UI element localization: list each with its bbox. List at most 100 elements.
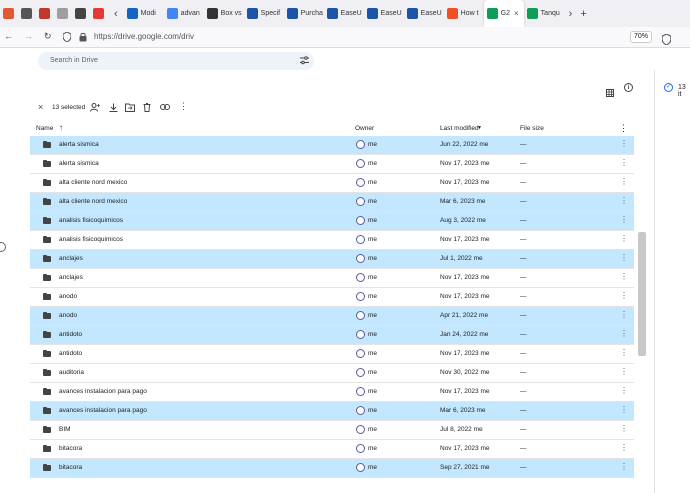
download-icon[interactable]	[109, 103, 118, 114]
share-person-add-icon[interactable]	[90, 103, 100, 114]
sort-arrow-up-icon[interactable]: ↑	[59, 123, 63, 132]
file-name[interactable]: BIM	[59, 426, 71, 433]
file-name[interactable]: anodo	[59, 312, 77, 319]
row-more-actions-icon[interactable]: ⋮	[620, 386, 628, 395]
browser-tab[interactable]	[72, 0, 90, 27]
table-row[interactable]: alta cliente nord mexico me Mar 6, 2023 me…	[30, 193, 634, 212]
file-name[interactable]: anclajes	[59, 274, 83, 281]
sidebar-toggle-icon[interactable]	[0, 242, 6, 252]
row-more-actions-icon[interactable]: ⋮	[620, 329, 628, 338]
table-row[interactable]: anodo me Apr 21, 2022 me — ⋮	[30, 307, 634, 326]
trash-icon[interactable]	[143, 103, 151, 114]
move-to-folder-icon[interactable]	[125, 103, 135, 114]
zoom-level[interactable]: 70%	[630, 31, 652, 43]
column-name[interactable]: Name	[36, 125, 53, 132]
column-options-icon[interactable]: ⋮	[619, 123, 628, 134]
row-more-actions-icon[interactable]: ⋮	[620, 462, 628, 471]
browser-tab[interactable]: Purcha	[284, 0, 324, 27]
file-name[interactable]: anodo	[59, 293, 77, 300]
browser-tab[interactable]: Tanqu	[524, 0, 564, 27]
file-name[interactable]: bitacora	[59, 445, 82, 452]
browser-tab[interactable]: EaseU	[364, 0, 404, 27]
file-name[interactable]: antidoto	[59, 331, 82, 338]
row-more-actions-icon[interactable]: ⋮	[620, 234, 628, 243]
table-row[interactable]: anclajes me Nov 17, 2023 me — ⋮	[30, 269, 634, 288]
row-more-actions-icon[interactable]: ⋮	[620, 348, 628, 357]
browser-tab[interactable]	[0, 0, 18, 27]
column-last-modified[interactable]: Last modified	[440, 125, 479, 132]
row-more-actions-icon[interactable]: ⋮	[620, 177, 628, 186]
table-row[interactable]: avances instalacion para pago me Nov 17, 2…	[30, 383, 634, 402]
back-icon[interactable]: ←	[4, 31, 13, 41]
table-row[interactable]: analisis fisicoquimicos me Nov 17, 2023 me…	[30, 231, 634, 250]
row-more-actions-icon[interactable]: ⋮	[620, 253, 628, 262]
table-row[interactable]: alerta sismica me Jun 22, 2022 me — ⋮	[30, 136, 634, 155]
table-row[interactable]: bitacora me Nov 17, 2023 me — ⋮	[30, 440, 634, 459]
browser-tab[interactable]: G2 ×	[483, 0, 524, 27]
url-text[interactable]: https://drive.google.com/driv	[94, 32, 194, 41]
row-more-actions-icon[interactable]: ⋮	[620, 158, 628, 167]
browser-tab[interactable]: Specif	[244, 0, 284, 27]
browser-tab[interactable]	[90, 0, 108, 27]
browser-tab[interactable]: How t	[444, 0, 484, 27]
scroll-tabs-right-icon[interactable]: ›	[564, 8, 578, 20]
forward-icon[interactable]: →	[24, 31, 33, 41]
row-more-actions-icon[interactable]: ⋮	[620, 367, 628, 376]
scroll-tabs-left-icon[interactable]: ‹	[108, 8, 124, 20]
browser-tab[interactable]	[36, 0, 54, 27]
file-name[interactable]: antidoto	[59, 350, 82, 357]
file-name[interactable]: auditoria	[59, 369, 84, 376]
browser-tab[interactable]	[54, 0, 72, 27]
row-more-actions-icon[interactable]: ⋮	[620, 139, 628, 148]
file-name[interactable]: bitacora	[59, 464, 82, 471]
table-row[interactable]: anodo me Nov 17, 2023 me — ⋮	[30, 288, 634, 307]
table-row[interactable]: antidoto me Nov 17, 2023 me — ⋮	[30, 345, 634, 364]
shield-extension-icon[interactable]	[661, 32, 672, 50]
file-name[interactable]: analisis fisicoquimicos	[59, 236, 123, 243]
file-name[interactable]: anclajes	[59, 255, 83, 262]
browser-tab[interactable]: EaseU	[324, 0, 364, 27]
column-file-size[interactable]: File size	[520, 125, 544, 132]
browser-tab[interactable]	[18, 0, 36, 27]
file-name[interactable]: alerta sismica	[59, 160, 99, 167]
search-bar[interactable]: Search in Drive	[38, 52, 314, 70]
browser-tab[interactable]: Box vs	[204, 0, 244, 27]
row-more-actions-icon[interactable]: ⋮	[620, 272, 628, 281]
file-name[interactable]: avances instalacion para pago	[59, 388, 147, 395]
table-row[interactable]: alta cliente nord mexico me Nov 17, 2023 m…	[30, 174, 634, 193]
details-info-icon[interactable]: i	[624, 83, 633, 92]
file-list-scrollbar[interactable]	[638, 232, 646, 356]
browser-tab[interactable]: EaseU	[404, 0, 444, 27]
table-row[interactable]: avances instalacion para pago me Mar 6, 20…	[30, 402, 634, 421]
shield-icon[interactable]	[62, 31, 72, 44]
more-actions-icon[interactable]: ⋮	[179, 101, 188, 112]
table-row[interactable]: analisis fisicoquimicos me Aug 3, 2022 me —…	[30, 212, 634, 231]
sort-dropdown-icon[interactable]: ▼	[477, 125, 482, 131]
row-more-actions-icon[interactable]: ⋮	[620, 443, 628, 452]
filter-options-icon[interactable]	[300, 56, 309, 67]
row-more-actions-icon[interactable]: ⋮	[620, 405, 628, 414]
row-more-actions-icon[interactable]: ⋮	[620, 291, 628, 300]
file-name[interactable]: avances instalacion para pago	[59, 407, 147, 414]
lock-icon[interactable]	[79, 32, 87, 44]
column-owner[interactable]: Owner	[355, 125, 374, 132]
search-input[interactable]: Search in Drive	[50, 57, 98, 64]
new-tab-icon[interactable]: +	[577, 8, 589, 20]
file-name[interactable]: analisis fisicoquimicos	[59, 217, 123, 224]
table-row[interactable]: bitacora me Sep 27, 2021 me — ⋮	[30, 459, 634, 478]
table-row[interactable]: auditoria me Nov 30, 2022 me — ⋮	[30, 364, 634, 383]
close-tab-icon[interactable]: ×	[514, 9, 519, 18]
clear-selection-close-icon[interactable]: ×	[38, 102, 43, 112]
row-more-actions-icon[interactable]: ⋮	[620, 310, 628, 319]
table-row[interactable]: antidoto me Jan 24, 2022 me — ⋮	[30, 326, 634, 345]
table-row[interactable]: anclajes me Jul 1, 2022 me — ⋮	[30, 250, 634, 269]
file-name[interactable]: alta cliente nord mexico	[59, 179, 127, 186]
reload-icon[interactable]: ↻	[44, 31, 52, 42]
browser-tab[interactable]: Modi	[124, 0, 164, 27]
file-name[interactable]: alerta sismica	[59, 141, 99, 148]
browser-tab[interactable]: advan	[164, 0, 204, 27]
copy-link-icon[interactable]	[160, 104, 170, 112]
file-name[interactable]: alta cliente nord mexico	[59, 198, 127, 205]
row-more-actions-icon[interactable]: ⋮	[620, 215, 628, 224]
table-row[interactable]: BIM me Jul 8, 2022 me — ⋮	[30, 421, 634, 440]
